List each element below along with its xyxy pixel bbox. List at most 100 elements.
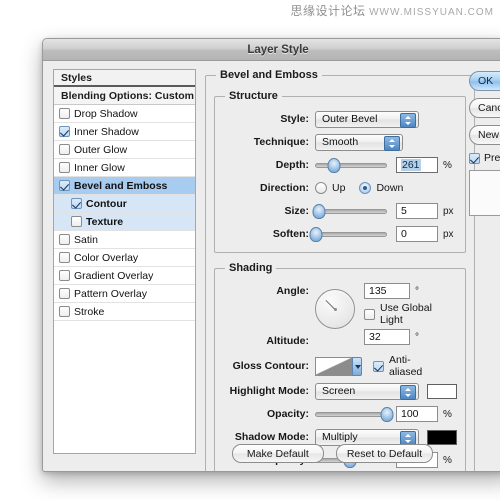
highlight-opacity-label: Opacity: [266,408,309,420]
preview-checkbox[interactable] [469,152,480,164]
angle-dial-hub [333,307,337,311]
angle-altitude-block: Angle: Altitude: 135 ° Use Global Light … [223,281,457,354]
angle-label: Angle: [276,285,309,297]
panel-footer-buttons: Make Default Reset to Default [205,444,460,463]
angle-altitude-labels: Angle: Altitude: [223,281,315,354]
style-select[interactable]: Outer Bevel [315,110,419,128]
ok-button[interactable]: OK [469,71,500,91]
soften-row: Soften: 0 px [223,224,457,244]
sidebar-item-drop-shadow[interactable]: Drop Shadow [54,105,195,123]
gloss-contour-preview[interactable] [315,356,362,376]
highlight-mode-select[interactable]: Screen [315,382,419,400]
soften-slider-thumb[interactable] [309,227,323,242]
use-global-light-checkbox[interactable] [364,308,375,320]
effect-checkbox[interactable] [59,108,70,119]
sidebar-item-bevel-and-emboss[interactable]: Bevel and Emboss [54,177,195,195]
effect-checkbox[interactable] [59,288,70,299]
highlight-mode-row: Highlight Mode: Screen [223,381,457,401]
technique-select[interactable]: Smooth [315,133,403,151]
depth-value: 261 [401,159,421,171]
watermark: 思缘设计论坛 WWW.MISSYUAN.COM [291,2,494,19]
angle-altitude-fields: 135 ° Use Global Light 32 ° [364,281,457,350]
sidebar-item-color-overlay[interactable]: Color Overlay [54,249,195,267]
effect-checkbox[interactable] [59,234,70,245]
sidebar-item-outer-glow[interactable]: Outer Glow [54,141,195,159]
style-label: Style: [280,113,309,125]
angle-input[interactable]: 135 [364,283,410,299]
effect-checkbox[interactable] [71,216,82,227]
effect-checkbox[interactable] [59,270,70,281]
anti-aliased-checkbox[interactable] [373,360,384,372]
direction-radio-up[interactable] [315,182,327,194]
sidebar-item-gradient-overlay[interactable]: Gradient Overlay [54,267,195,285]
effect-checkbox[interactable] [59,162,70,173]
sidebar-item-label: Inner Shadow [74,125,139,138]
dialog-title: Layer Style [247,43,309,56]
sidebar-item-pattern-overlay[interactable]: Pattern Overlay [54,285,195,303]
effects-list: Drop Shadow Inner Shadow Outer Glow Inner G… [54,105,195,321]
soften-input[interactable]: 0 [396,226,438,242]
reset-to-default-button[interactable]: Reset to Default [335,444,434,463]
effect-checkbox[interactable] [59,252,70,263]
size-input[interactable]: 5 [396,203,438,219]
soften-value: 0 [401,228,407,240]
altitude-unit: ° [415,331,419,343]
effect-checkbox[interactable] [59,180,70,191]
depth-input[interactable]: 261 [396,157,438,173]
sidebar-item-stroke[interactable]: Stroke [54,303,195,321]
size-slider[interactable] [312,204,387,219]
sidebar-item-satin[interactable]: Satin [54,231,195,249]
highlight-opacity-slider[interactable] [315,407,394,422]
size-label: Size: [284,205,309,217]
chevron-updown-icon [400,112,416,128]
contour-dropdown-button[interactable] [352,356,362,376]
effect-checkbox[interactable] [71,198,82,209]
highlight-color-swatch[interactable] [427,383,457,399]
dialog-titlebar[interactable]: Layer Style [43,39,500,61]
angle-dial[interactable] [315,289,355,329]
soften-unit: px [443,228,454,240]
sidebar-header-label: Styles [61,71,92,84]
highlight-opacity-thumb[interactable] [380,407,394,422]
sidebar-item-label: Outer Glow [74,143,128,156]
highlight-opacity-track [315,411,387,417]
size-slider-thumb[interactable] [312,204,326,219]
contour-ramp-icon [316,357,352,375]
sidebar-item-contour[interactable]: Contour [54,195,195,213]
size-value: 5 [401,205,407,217]
depth-unit: % [443,159,452,171]
cancel-button[interactable]: Cancel [469,98,500,118]
soften-slider-track [315,231,387,237]
sidebar-item-label: Gradient Overlay [74,269,154,282]
shading-group: Shading Angle: Altitude: 135 ° Use Globa… [214,262,466,471]
sidebar-item-inner-shadow[interactable]: Inner Shadow [54,123,195,141]
structure-group: Bevel and Emboss Structure Style: Outer … [205,69,475,471]
effect-checkbox[interactable] [59,126,70,137]
depth-slider[interactable] [315,158,387,173]
altitude-label: Altitude: [266,335,309,347]
shadow-color-swatch[interactable] [427,429,457,445]
altitude-input[interactable]: 32 [364,329,410,345]
sidebar-item-label: Pattern Overlay [74,287,147,300]
direction-radio-down[interactable] [359,182,372,194]
sidebar-item-texture[interactable]: Texture [54,213,195,231]
sidebar-item-inner-glow[interactable]: Inner Glow [54,159,195,177]
highlight-opacity-input[interactable]: 100 [396,406,438,422]
new-style-button[interactable]: New Style... [469,125,500,145]
depth-slider-thumb[interactable] [327,158,341,173]
style-value: Outer Bevel [322,113,378,125]
shadow-mode-select[interactable]: Multiply [315,428,419,446]
make-default-button[interactable]: Make Default [231,444,324,463]
effect-checkbox[interactable] [59,144,70,155]
dialog-body: Styles Blending Options: Custom Drop Sha… [43,61,500,471]
layer-style-dialog: Layer Style Styles Blending Options: Cus… [42,38,500,472]
soften-slider[interactable] [309,227,387,242]
sidebar-header[interactable]: Styles [54,70,195,87]
size-slider-track [315,208,387,214]
sidebar-item-label: Drop Shadow [74,107,138,120]
sidebar-item-blending-options[interactable]: Blending Options: Custom [54,87,195,105]
altitude-value: 32 [369,331,381,343]
direction-down-label: Down [376,182,404,194]
sidebar-item-label: Texture [86,215,124,228]
effect-checkbox[interactable] [59,306,70,317]
